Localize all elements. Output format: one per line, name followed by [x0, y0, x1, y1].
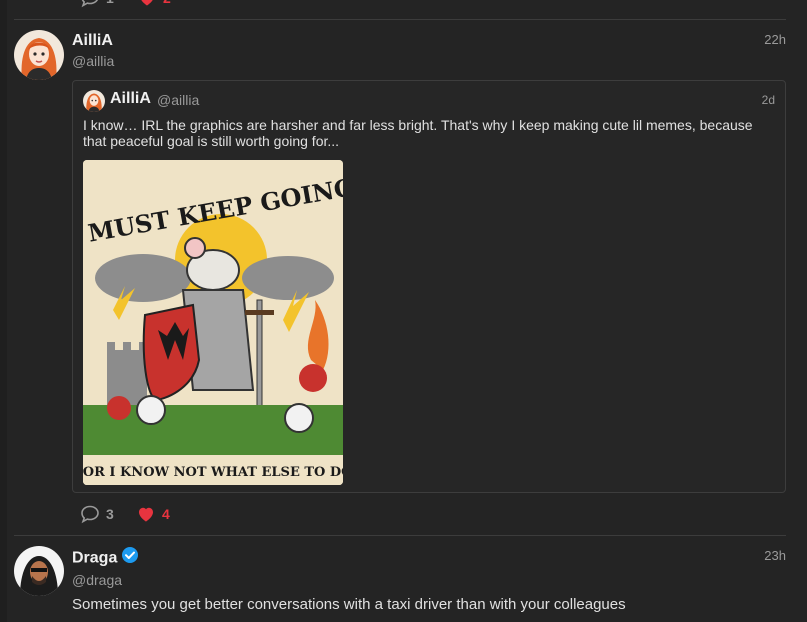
- reply-count: 3: [106, 506, 114, 522]
- reply-icon: [81, 0, 99, 8]
- post: AilliA @aillia 22h AilliA @aillia 2d I k…: [14, 30, 786, 530]
- post-text: Sometimes you get better conversations w…: [72, 596, 626, 613]
- author-handle[interactable]: @draga: [72, 571, 786, 589]
- like-count: 2: [163, 0, 171, 6]
- knight-mouse-illustration: I MUST KEEP GOING FOR I KNOW NOT WHAT EL…: [83, 160, 343, 485]
- avatar-draga-image: [14, 546, 64, 596]
- author-name[interactable]: Draga: [72, 550, 117, 567]
- post-time[interactable]: 22h: [764, 32, 786, 47]
- reply-count: 1: [106, 0, 114, 6]
- post-actions: 3 4: [72, 504, 192, 526]
- heart-icon: [139, 507, 153, 522]
- quoted-author-name[interactable]: AilliA: [110, 90, 151, 108]
- quoted-author-handle[interactable]: @aillia: [157, 92, 199, 108]
- like-button[interactable]: 2: [137, 0, 171, 8]
- heart-icon: [141, 0, 153, 6]
- avatar-aillia-image: [83, 90, 105, 112]
- like-count: 4: [162, 506, 170, 522]
- reply-icon: [81, 505, 99, 524]
- author-name[interactable]: AilliA: [72, 30, 786, 52]
- quoted-avatar[interactable]: [83, 90, 105, 112]
- avatar[interactable]: [14, 30, 64, 80]
- left-panel-edge: [0, 0, 7, 622]
- post-time[interactable]: 23h: [764, 548, 786, 563]
- avatar[interactable]: [14, 546, 64, 596]
- like-button[interactable]: 4: [136, 504, 170, 524]
- reply-button[interactable]: 3: [80, 504, 114, 524]
- author-name-row: Draga: [72, 546, 786, 571]
- avatar-aillia-image: [14, 30, 64, 80]
- quoted-post-time[interactable]: 2d: [762, 93, 775, 107]
- divider: [14, 535, 786, 536]
- author-handle[interactable]: @aillia: [72, 52, 786, 70]
- quoted-post[interactable]: AilliA @aillia 2d I know… IRL the graphi…: [72, 80, 786, 493]
- post-image[interactable]: I MUST KEEP GOING FOR I KNOW NOT WHAT EL…: [83, 160, 343, 485]
- quoted-post-text: I know… IRL the graphics are harsher and…: [83, 117, 753, 149]
- reply-button[interactable]: 1: [80, 0, 114, 8]
- verified-badge-icon: [121, 546, 139, 571]
- divider: [14, 19, 786, 20]
- image-bottom-text: FOR I KNOW NOT WHAT ELSE TO DO: [83, 465, 343, 480]
- post: Draga @draga 23h Sometimes you get bette…: [14, 546, 786, 622]
